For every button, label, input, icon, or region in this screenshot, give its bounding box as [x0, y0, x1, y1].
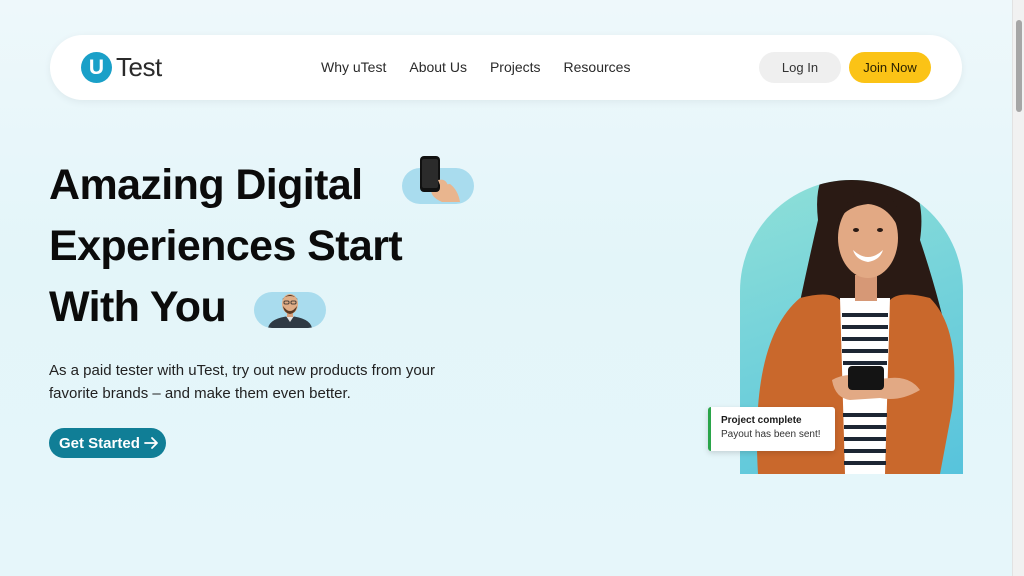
nav-resources[interactable]: Resources — [564, 59, 631, 75]
top-navbar: U Test Why uTest About Us Projects Resou… — [50, 35, 962, 100]
utest-logo[interactable]: U Test — [81, 52, 162, 83]
headline-line-3: With You — [49, 283, 227, 331]
toast-body: Payout has been sent! — [721, 429, 821, 440]
nav-why-utest[interactable]: Why uTest — [321, 59, 386, 75]
arrow-right-icon — [144, 437, 158, 449]
logo-mark: U — [81, 52, 112, 83]
headline-line-2: Experiences Start — [49, 222, 403, 270]
tester-avatar-illustration — [254, 292, 326, 328]
phone-hand-illustration — [402, 156, 474, 204]
hero-subtext: As a paid tester with uTest, try out new… — [49, 362, 436, 402]
headline-line-1: Amazing Digital — [49, 161, 363, 209]
project-complete-toast: Project complete Payout has been sent! — [708, 407, 835, 451]
page-scrollbar[interactable] — [1012, 0, 1024, 576]
toast-title: Project complete — [721, 415, 802, 426]
nav-projects[interactable]: Projects — [490, 59, 541, 75]
phone-in-hand-icon — [420, 156, 460, 202]
smiling-man-icon — [268, 294, 312, 328]
nav-links: Why uTest About Us Projects Resources — [321, 59, 630, 75]
login-button[interactable]: Log In — [759, 52, 841, 83]
join-now-button[interactable]: Join Now — [849, 52, 931, 83]
get-started-button[interactable]: Get Started — [49, 428, 166, 458]
get-started-label: Get Started — [59, 434, 140, 452]
nav-about-us[interactable]: About Us — [409, 59, 467, 75]
scrollbar-thumb[interactable] — [1016, 20, 1022, 112]
logo-text: Test — [116, 52, 162, 82]
